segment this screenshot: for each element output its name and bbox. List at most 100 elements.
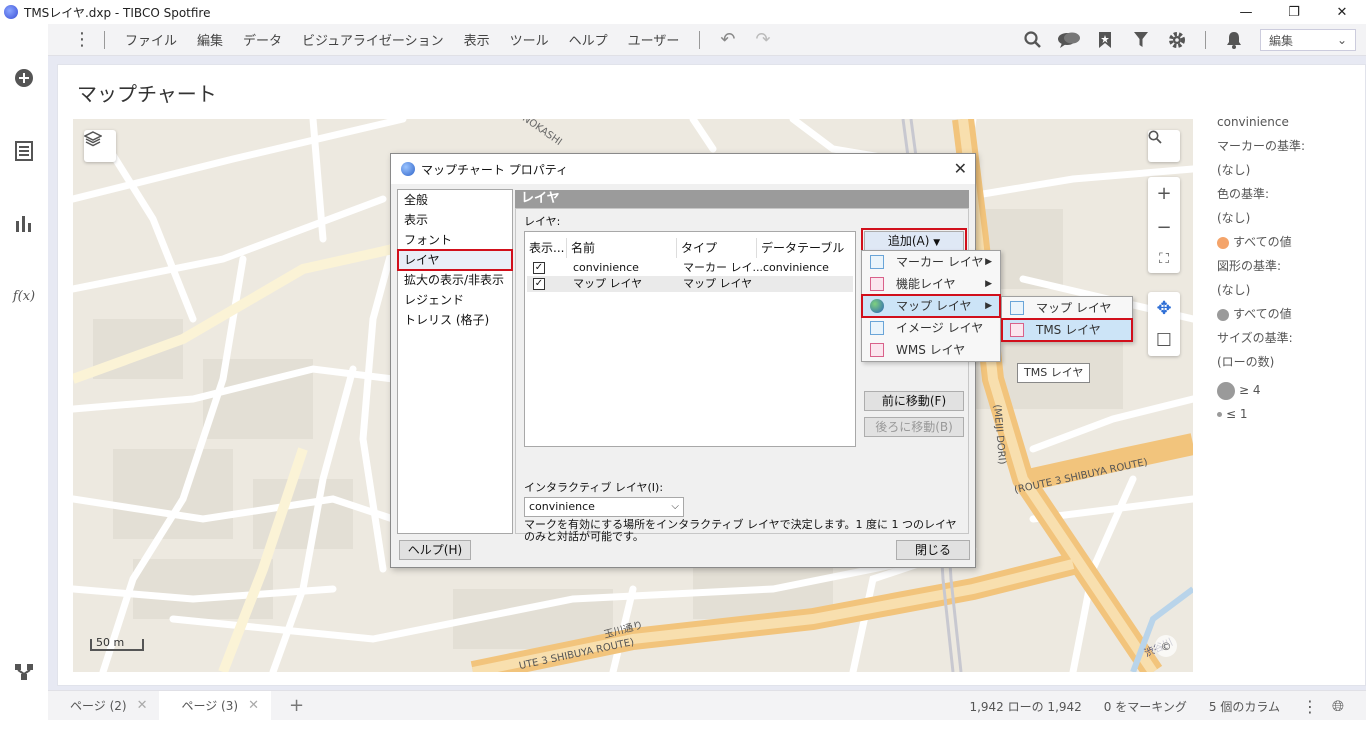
visible-checkbox[interactable]: ✓ — [533, 278, 545, 290]
menu-file[interactable]: ファイル — [115, 30, 187, 49]
close-button[interactable]: 閉じる — [896, 540, 970, 560]
col-name[interactable]: 名前 — [567, 238, 677, 258]
legend-color-by-value[interactable]: (なし) — [1217, 208, 1357, 232]
add-page-icon[interactable]: + — [289, 695, 304, 716]
menu-edit[interactable]: 編集 — [187, 30, 233, 49]
legend-color-all: すべての値 — [1233, 235, 1292, 249]
table-row[interactable]: ✓ マップ レイヤ マップ レイヤ — [527, 276, 853, 292]
legend-color-item[interactable]: すべての値 — [1217, 232, 1357, 256]
globe-icon[interactable]: 🌐︎ — [1332, 697, 1344, 715]
col-type[interactable]: タイプ — [677, 238, 757, 258]
legend-marker-by-label[interactable]: マーカーの基準: — [1217, 136, 1357, 160]
more-menu-icon[interactable]: ⋮ — [70, 30, 94, 48]
collaboration-icon[interactable] — [1051, 24, 1087, 56]
undo-icon[interactable]: ↶ — [710, 29, 745, 50]
filter-icon[interactable] — [1123, 24, 1159, 56]
scale-bar: 50 m — [90, 637, 144, 651]
add-layer-label: 追加(A) — [887, 234, 930, 248]
status-row-count: 1,942 ローの 1,942 — [969, 699, 1082, 714]
mode-select[interactable]: 編集 ⌄ — [1260, 29, 1356, 51]
nav-general[interactable]: 全般 — [398, 190, 512, 210]
menu-image-layer[interactable]: イメージ レイヤ — [862, 317, 1000, 339]
submenu-map-layer[interactable]: マップ レイヤ — [1002, 297, 1132, 319]
legend-shape-item[interactable]: すべての値 — [1217, 304, 1357, 328]
toolbar-right: 編集 ⌄ — [1015, 24, 1366, 56]
redo-icon[interactable]: ↷ — [746, 29, 781, 50]
col-data-table[interactable]: データテーブル — [757, 238, 853, 258]
rectangle-select-icon[interactable]: ☐ — [1156, 330, 1172, 351]
nav-fonts[interactable]: フォント — [398, 230, 512, 250]
zoom-to-fit-icon[interactable]: ⛶ — [1159, 251, 1169, 267]
notification-bell-icon[interactable] — [1216, 24, 1252, 56]
layers-icon — [84, 131, 102, 147]
map-search-button[interactable] — [1148, 130, 1180, 162]
nav-appearance[interactable]: 表示 — [398, 210, 512, 230]
add-icon[interactable] — [12, 66, 36, 90]
page-tab-3[interactable]: ページ (3) ✕ — [159, 690, 271, 721]
menu-wms-layer[interactable]: WMS レイヤ — [862, 339, 1000, 361]
legend-size-by-value[interactable]: (ローの数) — [1217, 352, 1357, 376]
legend-size-min-label: ≤ 1 — [1226, 407, 1248, 421]
legend-shape-by-value[interactable]: (なし) — [1217, 280, 1357, 304]
legend-table-name[interactable]: convinience — [1217, 112, 1357, 136]
nav-legend[interactable]: レジェンド — [398, 290, 512, 310]
data-flow-icon[interactable] — [12, 660, 36, 684]
layers-button[interactable] — [84, 130, 116, 162]
menu-marker-layer[interactable]: マーカー レイヤ ▶ — [862, 251, 1000, 273]
minimize-button[interactable]: — — [1222, 0, 1270, 24]
close-tab-icon[interactable]: ✕ — [248, 698, 259, 713]
submenu-tms-layer[interactable]: TMS レイヤ — [1001, 318, 1133, 342]
help-button[interactable]: ヘルプ(H) — [399, 540, 471, 560]
more-options-icon[interactable]: ⋮ — [1302, 697, 1318, 716]
dialog-close-icon[interactable]: ✕ — [954, 159, 967, 178]
nav-layers[interactable]: レイヤ — [397, 249, 513, 271]
close-window-button[interactable]: ✕ — [1318, 0, 1366, 24]
menu-data[interactable]: データ — [233, 30, 292, 49]
menu-view[interactable]: 表示 — [454, 30, 500, 49]
bar-chart-icon[interactable] — [12, 212, 36, 236]
table-row[interactable]: ✓ convinience マーカー レイ... convinience — [527, 260, 853, 276]
menu-item-label: TMS レイヤ — [1036, 323, 1101, 337]
legend-size-by-label[interactable]: サイズの基準: — [1217, 328, 1357, 352]
submenu-arrow-icon: ▶ — [985, 301, 992, 311]
move-down-button[interactable]: 後ろに移動(B) — [864, 417, 964, 437]
visible-checkbox[interactable]: ✓ — [533, 262, 545, 274]
window-controls: — ❐ ✕ — [1222, 0, 1366, 24]
add-layer-button[interactable]: 追加(A) ▼ — [861, 228, 967, 254]
copyright-icon[interactable]: © — [1155, 635, 1177, 657]
layers-table[interactable]: 表示... 名前 タイプ データテーブル ✓ convinience マーカー … — [524, 231, 856, 447]
function-icon[interactable]: f(x) — [12, 284, 36, 308]
menu-tools[interactable]: ツール — [500, 30, 559, 49]
row-type: マーカー レイ... — [683, 261, 763, 274]
status-bar: 1,942 ローの 1,942 0 をマーキング 5 個のカラム ⋮ 🌐︎ — [969, 691, 1366, 721]
menu-help[interactable]: ヘルプ — [559, 30, 618, 49]
legend-shape-by-label[interactable]: 図形の基準: — [1217, 256, 1357, 280]
pan-move-icon[interactable]: ✥ — [1156, 298, 1171, 319]
submenu-arrow-icon: ▶ — [985, 279, 992, 289]
legend-marker-by-value[interactable]: (なし) — [1217, 160, 1357, 184]
col-visible[interactable]: 表示... — [525, 238, 567, 258]
menu-visualization[interactable]: ビジュアライゼーション — [292, 30, 454, 49]
zoom-in-icon[interactable]: + — [1156, 183, 1171, 204]
data-table-icon[interactable] — [12, 139, 36, 163]
gear-icon[interactable] — [1159, 24, 1195, 56]
nav-zoom-sliders[interactable]: 拡大の表示/非表示 — [398, 270, 512, 290]
spotfire-logo-icon — [4, 5, 18, 19]
separator — [1205, 31, 1206, 49]
menu-map-layer[interactable]: マップ レイヤ ▶ — [861, 294, 1001, 318]
orange-dot-icon — [1217, 236, 1229, 249]
close-tab-icon[interactable]: ✕ — [137, 698, 148, 713]
search-icon[interactable] — [1015, 24, 1051, 56]
map-layer-submenu: マップ レイヤ TMS レイヤ — [1001, 296, 1133, 342]
bookmark-icon[interactable] — [1087, 24, 1123, 56]
menu-feature-layer[interactable]: 機能レイヤ ▶ — [862, 273, 1000, 295]
interactive-layer-select[interactable]: convinience ⌵ — [524, 497, 684, 517]
maximize-button[interactable]: ❐ — [1270, 0, 1318, 24]
zoom-out-icon[interactable]: − — [1156, 217, 1171, 238]
page-tab-2[interactable]: ページ (2) ✕ — [48, 691, 159, 721]
legend-color-by-label[interactable]: 色の基準: — [1217, 184, 1357, 208]
move-up-button[interactable]: 前に移動(F) — [864, 391, 964, 411]
nav-trellis[interactable]: トレリス (格子) — [398, 310, 512, 330]
menu-user[interactable]: ユーザー — [618, 30, 690, 49]
search-icon — [1148, 130, 1162, 144]
